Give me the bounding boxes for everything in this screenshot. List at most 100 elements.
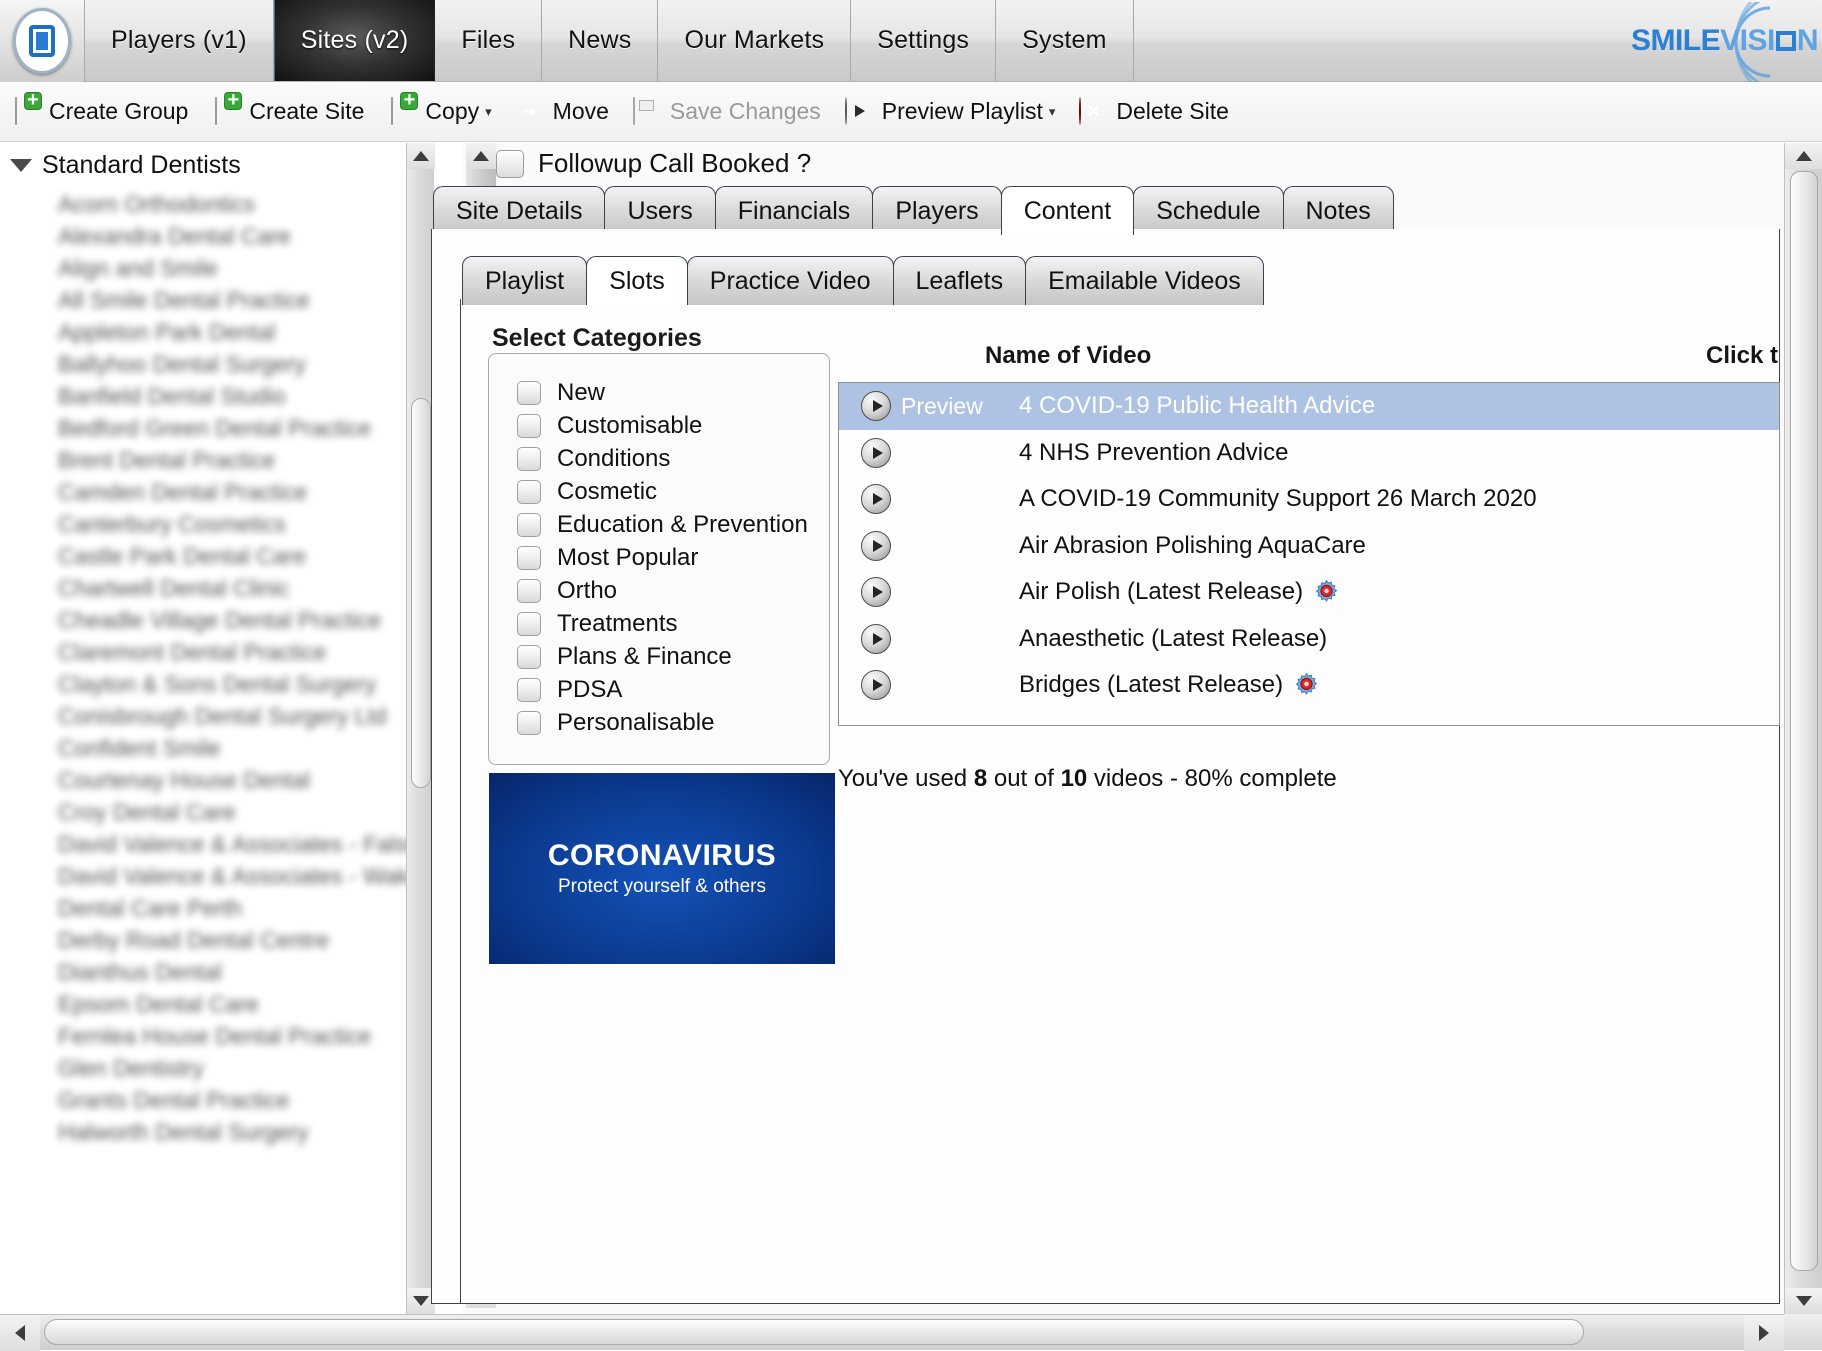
preview-link[interactable]: Preview xyxy=(891,579,1019,606)
category-checkbox[interactable] xyxy=(517,645,541,669)
tree-item[interactable]: Croy Dental Care xyxy=(58,796,462,828)
play-circle-icon[interactable] xyxy=(861,484,891,514)
preview-link[interactable]: Preview xyxy=(891,672,1019,699)
category-checkbox[interactable] xyxy=(517,612,541,636)
tab-site-details[interactable]: Site Details xyxy=(433,186,605,235)
customise-gear-icon[interactable] xyxy=(1293,672,1320,699)
preview-playlist-button[interactable]: Preview Playlist ▾ xyxy=(837,94,1072,130)
tree-item[interactable]: David Valence & Associates - Falsworth xyxy=(58,828,462,860)
subtab-leaflets[interactable]: Leaflets xyxy=(893,256,1027,305)
tree-item[interactable]: Glen Dentistry xyxy=(58,1052,462,1084)
tree-item[interactable]: Cheadle Village Dental Practice xyxy=(58,604,462,636)
create-site-button[interactable]: Create Site xyxy=(204,94,380,130)
tree-item[interactable]: Fernlea House Dental Practice xyxy=(58,1020,462,1052)
category-checkbox[interactable] xyxy=(517,546,541,570)
play-circle-icon[interactable] xyxy=(861,577,891,607)
tree-item[interactable]: Banfield Dental Studio xyxy=(58,380,462,412)
hscroll-right-arrow[interactable] xyxy=(1744,1315,1784,1351)
nav-tab-files[interactable]: Files xyxy=(435,0,542,81)
tree-item[interactable]: Acorn Orthodontics xyxy=(58,188,462,220)
copy-button[interactable]: Copy ▾ xyxy=(380,94,507,130)
tree-item[interactable]: Bedford Green Dental Practice xyxy=(58,412,462,444)
preview-link[interactable]: Preview xyxy=(891,532,1019,559)
category-row[interactable]: Education & Prevention xyxy=(517,508,829,541)
nav-tab-news[interactable]: News xyxy=(542,0,658,81)
play-circle-icon[interactable] xyxy=(861,438,891,468)
preview-link[interactable]: Preview xyxy=(891,625,1019,652)
category-checkbox[interactable] xyxy=(517,579,541,603)
category-checkbox[interactable] xyxy=(517,711,541,735)
play-circle-icon[interactable] xyxy=(861,670,891,700)
tree-item[interactable]: Dianthus Dental xyxy=(58,956,462,988)
tree-item[interactable]: Brent Dental Practice xyxy=(58,444,462,476)
customise-gear-icon[interactable] xyxy=(1313,579,1340,606)
delete-site-button[interactable]: Delete Site xyxy=(1071,94,1245,130)
tree-item[interactable]: Appleton Park Dental xyxy=(58,316,462,348)
create-group-button[interactable]: Create Group xyxy=(4,94,204,130)
tab-players[interactable]: Players xyxy=(872,186,1001,235)
tree-item[interactable]: Clayton & Sons Dental Surgery xyxy=(58,668,462,700)
pane-vertical-scrollbar[interactable] xyxy=(1784,143,1822,1314)
tree-item[interactable]: Alexandra Dental Care xyxy=(58,220,462,252)
video-list-row[interactable]: Preview4 NHS Prevention Advice xyxy=(839,430,1779,477)
tab-users[interactable]: Users xyxy=(604,186,715,235)
category-checkbox[interactable] xyxy=(517,447,541,471)
video-list[interactable]: Preview4 COVID-19 Public Health AdvicePr… xyxy=(838,382,1780,726)
category-row[interactable]: Customisable xyxy=(517,409,829,442)
category-row[interactable]: New xyxy=(517,376,829,409)
tree-item[interactable]: Chartwell Dental Clinic xyxy=(58,572,462,604)
video-list-row[interactable]: PreviewAir Abrasion Polishing AquaCare xyxy=(839,523,1779,570)
video-list-row[interactable]: PreviewBridges (Latest Release) xyxy=(839,662,1779,709)
chevron-down-icon[interactable] xyxy=(10,159,32,172)
hscroll-left-arrow[interactable] xyxy=(0,1315,40,1351)
tree-item[interactable]: Claremont Dental Practice xyxy=(58,636,462,668)
tree-item[interactable]: Epsom Dental Care xyxy=(58,988,462,1020)
save-changes-button[interactable]: Save Changes xyxy=(625,94,837,130)
sidebar-vertical-scrollbar[interactable] xyxy=(406,143,434,1314)
subtab-emailable-videos[interactable]: Emailable Videos xyxy=(1025,256,1264,305)
tree-item[interactable]: Dental Care Perth xyxy=(58,892,462,924)
play-circle-icon[interactable] xyxy=(861,391,891,421)
category-checkbox[interactable] xyxy=(517,480,541,504)
category-row[interactable]: PDSA xyxy=(517,673,829,706)
chevron-down-icon[interactable]: ▾ xyxy=(1049,104,1056,120)
tree-item[interactable]: All Smile Dental Practice xyxy=(58,284,462,316)
category-row[interactable]: Personalisable xyxy=(517,706,829,739)
tree-item[interactable]: Castle Park Dental Care xyxy=(58,540,462,572)
play-circle-icon[interactable] xyxy=(861,624,891,654)
pane-scroll-up-arrow[interactable] xyxy=(1785,143,1822,169)
video-thumbnail-preview[interactable]: CORONAVIRUS Protect yourself & others xyxy=(489,773,835,964)
tree-item[interactable]: Align and Smile xyxy=(58,252,462,284)
nav-tab-system[interactable]: System xyxy=(996,0,1134,81)
tree-item[interactable]: Derby Road Dental Centre xyxy=(58,924,462,956)
app-logo[interactable] xyxy=(0,0,85,82)
tab-schedule[interactable]: Schedule xyxy=(1133,186,1283,235)
category-checkbox[interactable] xyxy=(517,513,541,537)
category-row[interactable]: Most Popular xyxy=(517,541,829,574)
category-row[interactable]: Treatments xyxy=(517,607,829,640)
sidebar-scroll-thumb[interactable] xyxy=(411,398,431,788)
scroll-up-arrow[interactable] xyxy=(407,143,435,169)
tab-content[interactable]: Content xyxy=(1001,186,1135,235)
nav-tab-our-markets[interactable]: Our Markets xyxy=(658,0,851,81)
subtab-playlist[interactable]: Playlist xyxy=(462,256,587,305)
play-circle-icon[interactable] xyxy=(861,531,891,561)
category-row[interactable]: Cosmetic xyxy=(517,475,829,508)
tree-item[interactable]: Halworth Dental Surgery xyxy=(58,1116,462,1148)
content-scroll-up-arrow[interactable] xyxy=(466,143,496,169)
nav-tab-players[interactable]: Players (v1) xyxy=(85,0,274,81)
chevron-down-icon[interactable]: ▾ xyxy=(485,104,492,120)
followup-call-booked-checkbox[interactable] xyxy=(496,150,524,178)
tree-item[interactable]: Camden Dental Practice xyxy=(58,476,462,508)
video-list-row[interactable]: PreviewAir Polish (Latest Release) xyxy=(839,569,1779,616)
horizontal-scrollbar[interactable] xyxy=(0,1314,1822,1350)
category-checkbox[interactable] xyxy=(517,678,541,702)
pane-scroll-thumb[interactable] xyxy=(1790,171,1818,1271)
preview-link[interactable]: Preview xyxy=(891,393,1019,420)
tree-item[interactable]: Grants Dental Practice xyxy=(58,1084,462,1116)
category-checkbox[interactable] xyxy=(517,414,541,438)
tree-item[interactable]: David Valence & Associates - Wakefield xyxy=(58,860,462,892)
category-row[interactable]: Conditions xyxy=(517,442,829,475)
category-row[interactable]: Plans & Finance xyxy=(517,640,829,673)
tree-item[interactable]: Canterbury Cosmetics xyxy=(58,508,462,540)
